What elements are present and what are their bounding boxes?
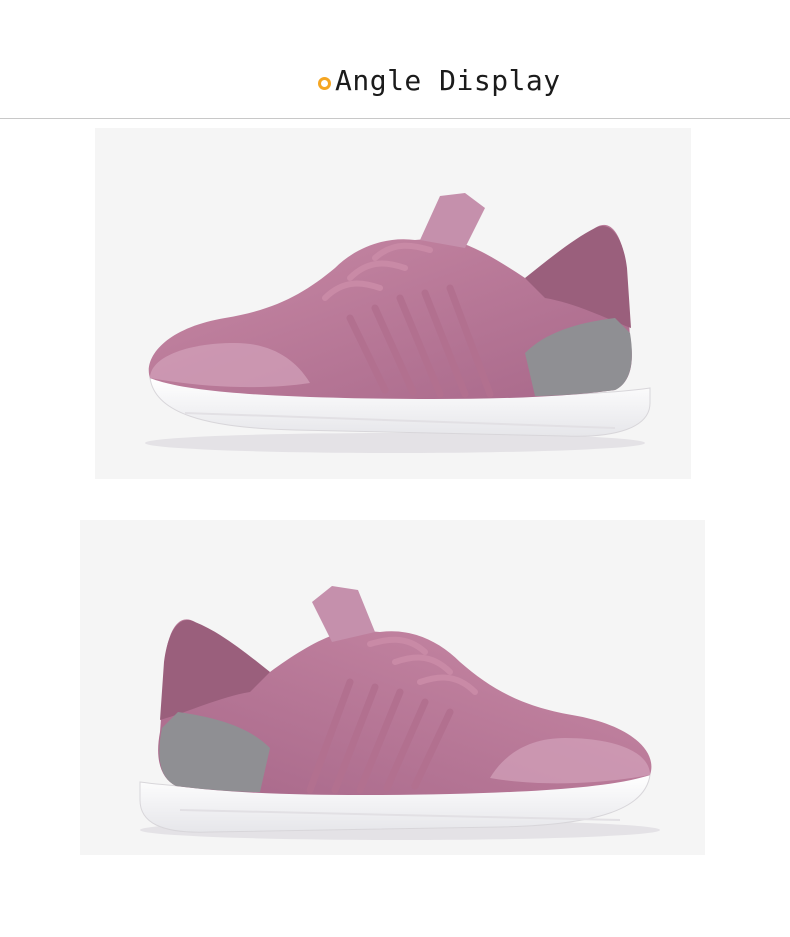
circle-bullet-icon <box>318 76 331 90</box>
sneaker-image <box>139 586 660 840</box>
section-title: Angle Display <box>318 62 561 98</box>
product-photo-2 <box>80 520 705 855</box>
sneaker-image <box>145 193 651 453</box>
header-divider <box>0 118 790 119</box>
section-title-text: Angle Display <box>335 63 561 97</box>
product-photo-1 <box>95 128 691 479</box>
section-header: Angle Display <box>0 0 790 118</box>
